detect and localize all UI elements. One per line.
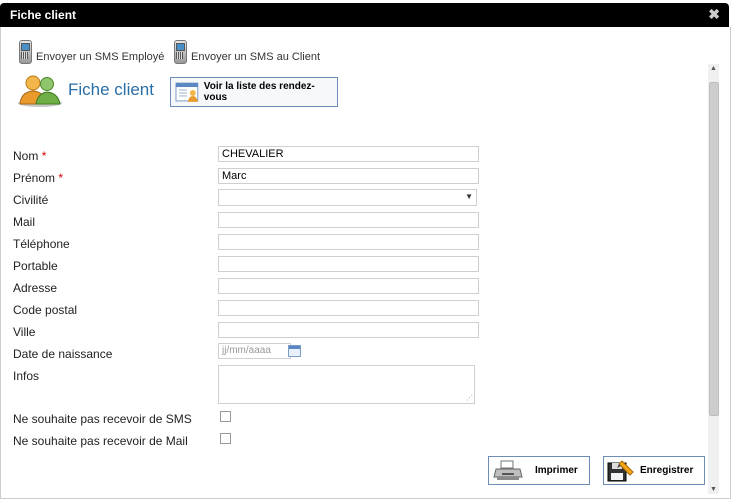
ville-input[interactable] (218, 322, 479, 338)
chevron-down-icon: ▼ (465, 192, 473, 201)
civilite-select[interactable]: ▼ (218, 189, 477, 206)
resize-grip-icon[interactable]: ⋰ (466, 394, 473, 402)
save-button[interactable]: Enregistrer (603, 456, 705, 485)
send-sms-employee-link[interactable]: Envoyer un SMS Employé (18, 34, 164, 64)
no-mail-checkbox[interactable] (220, 433, 231, 444)
prenom-input[interactable]: Marc (218, 168, 479, 184)
calendar-icon[interactable] (288, 345, 301, 357)
client-users-icon (18, 75, 62, 107)
adresse-input[interactable] (218, 278, 479, 294)
scroll-down-icon[interactable]: ▼ (710, 486, 717, 493)
ville-label: Ville (13, 325, 36, 339)
portable-input[interactable] (218, 256, 479, 272)
mobile-phone-icon (18, 40, 32, 64)
date-naissance-label: Date de naissance (13, 347, 113, 361)
prenom-label: Prénom * (13, 171, 64, 185)
vertical-scrollbar[interactable]: ▲ ▼ (708, 64, 719, 494)
page-title: Fiche client (68, 80, 154, 99)
no-mail-label: Ne souhaite pas recevoir de Mail (13, 434, 188, 448)
infos-label: Infos (13, 369, 40, 383)
appointments-list-icon (175, 82, 199, 102)
view-appointments-button[interactable]: Voir la liste des rendez-vous (170, 77, 338, 107)
save-disk-icon (607, 459, 634, 481)
scrollbar-thumb[interactable] (709, 82, 719, 416)
nom-input[interactable]: CHEVALIER (218, 146, 479, 162)
mobile-phone-icon (173, 40, 187, 64)
send-sms-client-link[interactable]: Envoyer un SMS au Client (173, 34, 320, 64)
required-marker: * (58, 171, 64, 185)
view-appointments-label: Voir la liste des rendez-vous (203, 81, 315, 103)
no-sms-checkbox[interactable] (220, 411, 231, 422)
portable-label: Portable (13, 259, 58, 273)
scroll-up-icon[interactable]: ▲ (710, 65, 717, 72)
telephone-label: Téléphone (13, 237, 70, 251)
required-marker: * (41, 149, 47, 163)
nom-label: Nom * (13, 149, 47, 163)
infos-textarea[interactable]: ⋰ (218, 365, 475, 404)
dialog-titlebar: Fiche client ✖ (0, 3, 729, 27)
close-icon[interactable]: ✖ (708, 6, 720, 23)
no-sms-label: Ne souhaite pas recevoir de SMS (13, 412, 192, 426)
send-sms-client-label: Envoyer un SMS au Client (191, 51, 321, 63)
save-label: Enregistrer (640, 465, 694, 476)
code-postal-label: Code postal (13, 303, 78, 317)
dialog-title: Fiche client (10, 8, 77, 22)
print-button[interactable]: Imprimer (488, 456, 590, 485)
mail-label: Mail (13, 215, 36, 229)
print-label: Imprimer (535, 465, 578, 476)
civilite-label: Civilité (13, 193, 49, 207)
date-naissance-input[interactable]: jj/mm/aaaa (218, 343, 291, 359)
code-postal-input[interactable] (218, 300, 479, 316)
printer-icon (493, 460, 523, 480)
send-sms-employee-label: Envoyer un SMS Employé (36, 51, 165, 63)
telephone-input[interactable] (218, 234, 479, 250)
adresse-label: Adresse (13, 281, 58, 295)
mail-input[interactable] (218, 212, 479, 228)
